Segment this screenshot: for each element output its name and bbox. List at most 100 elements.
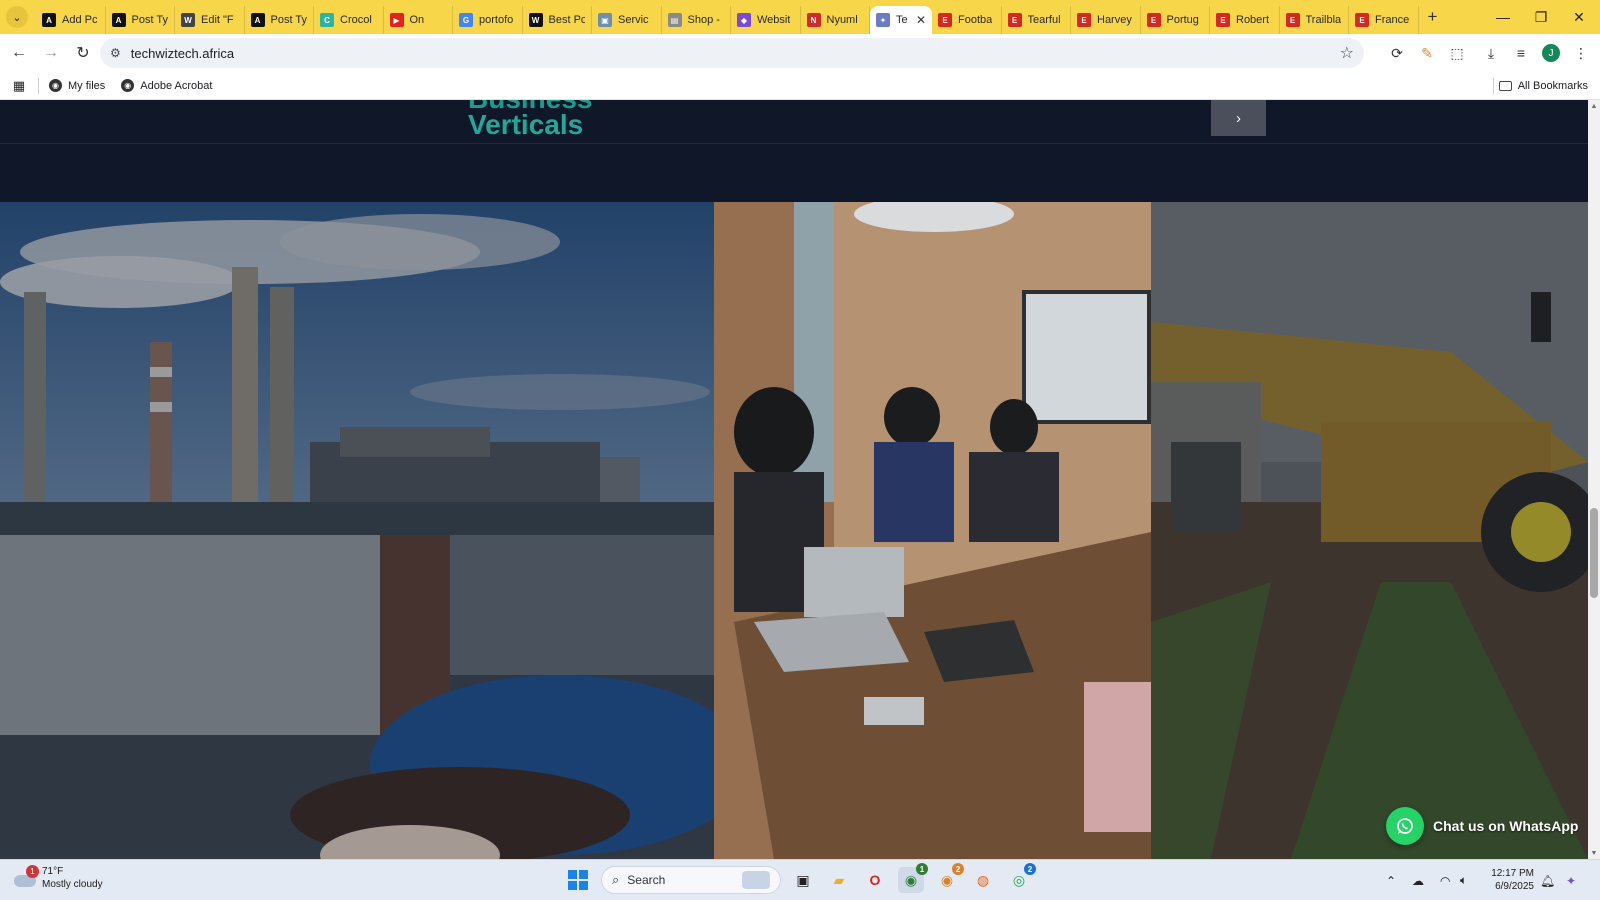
browser-tab[interactable]: W Edit "F — [175, 6, 245, 34]
ato-logo-icon: A — [250, 13, 265, 27]
e-news-icon: E — [1146, 13, 1161, 27]
bookmark-star-icon[interactable]: ☆ — [1340, 43, 1354, 63]
tab-title: Servic — [618, 14, 649, 26]
healthcare-hands-image[interactable] — [0, 535, 714, 859]
browser-tab[interactable]: E Portug — [1141, 6, 1210, 34]
new-tab-button[interactable]: + — [1419, 3, 1447, 31]
page-scrollbar[interactable]: ▲ ▼ — [1588, 100, 1600, 859]
tab-list: A Add Pc A Post Ty W Edit "F A Post Ty C Crocol ▶ O… — [36, 0, 1419, 34]
whatsapp-icon[interactable] — [1386, 807, 1424, 845]
tab-title: Edit "F — [201, 14, 234, 26]
business-meeting-image[interactable] — [714, 202, 1151, 859]
firefox-icon[interactable]: ◍ — [970, 867, 996, 893]
browser-toolbar: ← → ↻ ⚙ techwiztech.africa ☆ ⟳ ✎ ⬚ ⤓ ≡ J… — [0, 34, 1600, 72]
browser-tab[interactable]: E Footba — [932, 6, 1002, 34]
browser-tab[interactable]: A Post Ty — [245, 6, 314, 34]
browser-tab[interactable]: E Tearful — [1002, 6, 1071, 34]
scroll-up-arrow-icon[interactable]: ▲ — [1588, 100, 1600, 112]
tab-title: Harvey — [1097, 14, 1132, 26]
chrome-profile-icon[interactable]: ◉ 2 — [934, 863, 964, 893]
folder-icon — [1498, 81, 1512, 91]
browser-tab[interactable]: ▶ On — [384, 6, 453, 34]
address-url[interactable]: techwiztech.africa — [131, 46, 234, 61]
extensions-puzzle-icon[interactable]: ⬚ — [1442, 38, 1472, 68]
browser-tab[interactable]: E Trailbla — [1280, 6, 1349, 34]
weather-widget[interactable]: 1 71°F Mostly cloudy — [14, 865, 103, 891]
back-arrow-icon[interactable]: ← — [4, 38, 34, 68]
browser-tab[interactable]: N Nyuml — [801, 6, 870, 34]
e-news-icon: E — [1216, 13, 1230, 27]
puzzle-icon: ◆ — [737, 13, 751, 27]
sync-extension-icon[interactable]: ⟳ — [1382, 38, 1412, 68]
browser-tab[interactable]: E France — [1349, 6, 1419, 34]
reload-icon[interactable]: ↻ — [68, 38, 98, 68]
scrollbar-thumb[interactable] — [1590, 508, 1598, 598]
site-info-icon[interactable]: ⚙ — [110, 46, 121, 60]
task-view-icon[interactable]: ▣ — [790, 867, 816, 893]
bookmark-label: Adobe Acrobat — [140, 79, 213, 92]
volume-icon[interactable]: 🔈︎ — [1460, 860, 1467, 900]
browser-tab[interactable]: ✦ Te ✕ — [870, 6, 932, 34]
carousel-next-button[interactable]: › — [1211, 100, 1266, 136]
chevron-right-icon: › — [1236, 109, 1241, 127]
browser-tab[interactable]: ▤ Shop - — [662, 6, 731, 34]
search-highlight-icon — [742, 871, 770, 889]
address-bar[interactable]: ⚙ techwiztech.africa ☆ — [100, 38, 1364, 68]
tab-title: Robert — [1236, 14, 1270, 26]
taskbar-search[interactable]: ⌕ Search — [601, 866, 781, 894]
tab-search-chevron-icon[interactable]: ⌄ — [6, 6, 28, 28]
browser-tab[interactable]: E Robert — [1210, 6, 1280, 34]
whatsapp-chat-widget[interactable]: Chat us on WhatsApp — [1386, 807, 1578, 845]
forward-arrow-icon[interactable]: → — [36, 38, 66, 68]
more-menu-icon[interactable]: ⋮ — [1566, 38, 1596, 68]
bookmark-my-files[interactable]: ◉ My files — [49, 79, 105, 92]
e-news-icon: E — [1285, 13, 1300, 27]
all-bookmarks-button[interactable]: All Bookmarks — [1498, 72, 1588, 100]
whatsapp-label[interactable]: Chat us on WhatsApp — [1433, 818, 1578, 834]
browser-tab[interactable]: ◆ Websit — [731, 6, 801, 34]
browser-tab[interactable]: A Add Pc — [36, 6, 106, 34]
notification-bell-icon[interactable]: 🔔︎ — [1540, 860, 1555, 900]
system-clock[interactable]: 12:17 PM 6/9/2025 — [1480, 867, 1534, 893]
tab-title: Websit — [757, 14, 791, 26]
chrome-badge: 1 — [916, 863, 928, 875]
browser-tab[interactable]: ▣ Servic — [592, 6, 662, 34]
bookmark-adobe-acrobat[interactable]: ◉ Adobe Acrobat — [121, 79, 212, 92]
bookmarks-bar: ▦ ◉ My files ◉ Adobe Acrobat All Bookmar… — [0, 72, 1600, 100]
clock-date: 6/9/2025 — [1495, 881, 1534, 892]
browser-tab[interactable]: Gportofo — [453, 6, 523, 34]
wifi-icon[interactable]: ◠ — [1440, 860, 1450, 900]
ato-logo-icon: A — [42, 13, 56, 27]
browser-tab[interactable]: E Harvey — [1071, 6, 1141, 34]
windows-start-icon[interactable] — [568, 870, 588, 890]
industry-factory-image[interactable] — [0, 202, 714, 535]
tab-title: Post Ty — [270, 14, 307, 26]
tray-chevron-up-icon[interactable]: ⌃ — [1386, 860, 1396, 900]
browser-tab[interactable]: W Best Pc — [523, 6, 592, 34]
close-window-icon[interactable]: ✕ — [1560, 0, 1598, 34]
onedrive-offline-icon[interactable]: ☁ — [1412, 860, 1424, 900]
minimize-icon[interactable]: — — [1484, 0, 1522, 34]
wordpress-icon: W — [181, 13, 195, 27]
browser-tab[interactable]: A Post Ty — [106, 6, 175, 34]
copilot-icon[interactable]: ✦ — [1566, 860, 1576, 900]
whatsapp-app-icon[interactable]: ◎ 2 — [1006, 863, 1036, 893]
profile-avatar[interactable]: J — [1536, 38, 1566, 68]
media-controls-icon[interactable]: ≡ — [1506, 38, 1536, 68]
youtube-icon: ▶ — [389, 13, 404, 27]
restore-icon[interactable]: ❐ — [1522, 0, 1560, 34]
chrome-icon[interactable]: ◉ 1 — [898, 863, 928, 893]
e-news-icon: E — [938, 13, 952, 27]
opera-icon[interactable]: O — [862, 867, 888, 893]
tab-close-icon[interactable]: ✕ — [916, 13, 926, 27]
tab-title: On — [409, 14, 425, 26]
download-icon[interactable]: ⤓ — [1476, 38, 1506, 68]
search-placeholder: Search — [627, 873, 666, 887]
agriculture-harvester-image[interactable] — [1151, 202, 1588, 859]
apps-grid-icon[interactable]: ▦ — [0, 78, 38, 94]
browser-tab[interactable]: C Crocol — [314, 6, 384, 34]
browser-tab-strip: ⌄ A Add Pc A Post Ty W Edit "F A Post Ty C Crocol… — [0, 0, 1600, 34]
scroll-down-arrow-icon[interactable]: ▼ — [1588, 847, 1600, 859]
pen-extension-icon[interactable]: ✎ — [1412, 38, 1442, 68]
file-explorer-icon[interactable]: ▰ — [826, 867, 852, 893]
